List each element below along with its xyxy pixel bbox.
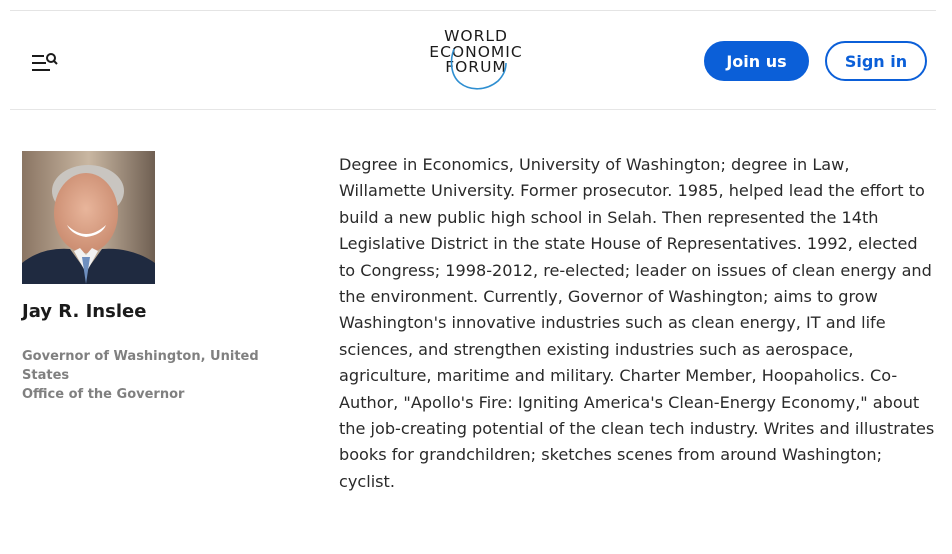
person-title: Governor of Washington, United States	[22, 349, 259, 383]
person-meta: Governor of Washington, United States Of…	[22, 347, 292, 404]
site-header: WORLD ECONOMIC FORUM Join us Sign in	[10, 11, 936, 110]
logo-arc-icon	[450, 48, 507, 90]
menu-search-icon	[32, 53, 58, 71]
sign-in-button[interactable]: Sign in	[825, 41, 927, 81]
wef-logo[interactable]: WORLD ECONOMIC FORUM	[424, 28, 528, 95]
menu-search-button[interactable]	[30, 51, 60, 75]
person-organization: Office of the Governor	[22, 387, 185, 402]
profile-photo	[22, 151, 155, 284]
portrait-image	[22, 151, 155, 284]
join-us-button[interactable]: Join us	[704, 41, 809, 81]
biography-text: Degree in Economics, University of Washi…	[339, 155, 935, 491]
person-name: Jay R. Inslee	[22, 301, 147, 322]
